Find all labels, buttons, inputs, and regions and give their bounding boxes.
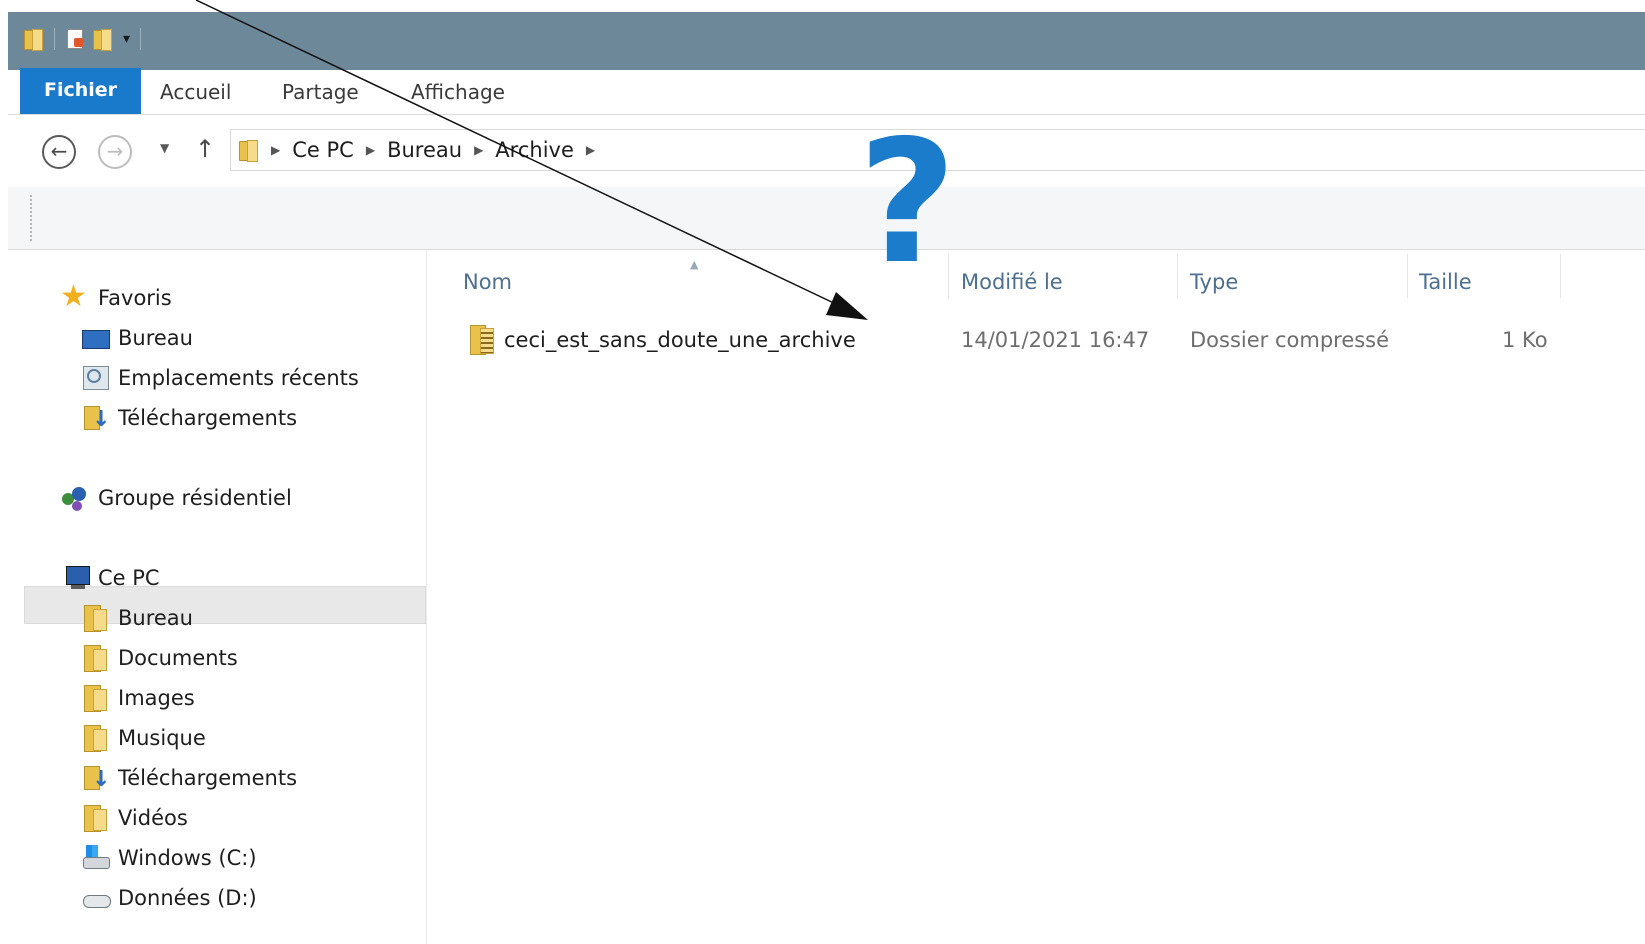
nav-favorites-label: Favoris [98,286,172,310]
nav-pictures[interactable]: Images [80,680,195,716]
folder-icon [237,139,259,162]
desktop-folder-icon [80,603,110,633]
folder-icon[interactable] [22,28,44,51]
customize-toolbar-dropdown-icon[interactable]: ▾ [123,31,130,47]
tab-view[interactable]: Affichage [393,70,523,114]
nav-item-label: Bureau [118,326,193,350]
nav-item-label: Documents [118,646,238,670]
nav-this-pc-label: Ce PC [98,566,160,590]
quick-access-toolbar: ▾ [22,28,145,51]
breadcrumb-desktop[interactable]: Bureau [387,138,462,162]
videos-folder-icon [80,803,110,833]
nav-item-label: Images [118,686,195,710]
column-header-size[interactable]: Taille [1419,270,1472,294]
nav-recent-places[interactable]: Emplacements récents [80,360,359,396]
file-name: ceci_est_sans_doute_une_archive [504,328,856,352]
breadcrumb-separator-icon[interactable]: ▶ [366,143,375,157]
up-arrow-icon[interactable]: ↑ [195,135,215,163]
question-mark-annotation: ? [858,104,957,302]
nav-pc-downloads[interactable]: Téléchargements [80,760,297,796]
downloads-icon [80,763,110,793]
nav-favorites-downloads[interactable]: Téléchargements [80,400,297,436]
nav-favorites[interactable]: Favoris [60,279,172,316]
nav-homegroup-label: Groupe résidentiel [98,486,292,510]
nav-music[interactable]: Musique [80,720,206,756]
table-row[interactable]: ceci_est_sans_doute_une_archive 14/01/20… [464,320,1645,360]
breadcrumb-separator-icon[interactable]: ▶ [271,143,280,157]
title-bar: ▾ [8,12,1645,70]
nav-item-label: Téléchargements [118,766,298,790]
nav-item-label: Musique [118,726,206,750]
homegroup-icon [60,483,90,513]
sort-ascending-icon: ▲ [690,258,699,271]
downloads-icon [80,403,110,433]
column-header-modified[interactable]: Modifié le [961,270,1063,294]
nav-documents[interactable]: Documents [80,640,238,676]
breadcrumb-separator-icon[interactable]: ▶ [586,143,595,157]
documents-folder-icon [80,643,110,673]
tab-share[interactable]: Partage [264,70,377,114]
nav-item-label: Téléchargements [118,406,298,430]
toolbar-divider [140,28,142,50]
pictures-folder-icon [80,683,110,713]
nav-pc-desktop[interactable]: Bureau [80,600,193,636]
column-divider[interactable] [1407,254,1408,298]
nav-item-label: Données (D:) [118,886,257,910]
address-bar: ← → ▼ ↑ ▶ Ce PC ▶ Bureau ▶ Archive ▶ [8,115,1645,187]
nav-homegroup[interactable]: Groupe résidentiel [60,480,292,516]
recent-locations-dropdown-icon[interactable]: ▼ [160,141,169,155]
music-folder-icon [80,723,110,753]
desktop-icon [80,323,110,353]
nav-item-label: Vidéos [118,806,188,830]
breadcrumb-separator-icon[interactable]: ▶ [474,143,483,157]
tab-home[interactable]: Accueil [142,70,249,114]
file-modified: 14/01/2021 16:47 [961,328,1150,352]
column-divider[interactable] [1177,254,1178,298]
drive-icon [80,883,111,913]
breadcrumb-this-pc[interactable]: Ce PC [292,138,354,162]
properties-icon[interactable] [65,28,85,50]
toolbar-divider [54,28,55,50]
nav-item-label: Emplacements récents [118,366,359,390]
nav-item-label: Bureau [118,606,193,630]
breadcrumb-archive[interactable]: Archive [495,138,574,162]
column-divider[interactable] [1560,254,1561,298]
column-header-name[interactable]: Nom [463,270,512,294]
star-icon [60,279,90,314]
forward-button[interactable]: → [98,135,132,169]
navigation-pane[interactable]: Favoris Bureau Emplacements récents Télé… [8,250,427,944]
nav-item-label: Windows (C:) [118,846,257,870]
column-header-type[interactable]: Type [1190,270,1238,294]
nav-this-pc[interactable]: Ce PC [60,560,160,596]
explorer-window: ▾ Fichier Accueil Partage Affichage ← → … [8,12,1645,944]
computer-icon [60,563,90,593]
new-folder-icon[interactable] [91,28,113,51]
recent-places-icon [80,363,110,393]
content-area: Favoris Bureau Emplacements récents Télé… [8,250,1645,944]
nav-drive-c[interactable]: Windows (C:) [80,840,257,876]
nav-drive-d[interactable]: Données (D:) [80,880,257,916]
tab-file[interactable]: Fichier [20,68,142,114]
file-list[interactable]: ▲ Nom Modifié le Type Taille ceci_est_sa… [426,250,1645,944]
ribbon-tabs: Fichier Accueil Partage Affichage [8,68,1645,115]
nav-favorites-desktop[interactable]: Bureau [80,320,193,356]
file-type: Dossier compressé [1190,328,1390,352]
nav-videos[interactable]: Vidéos [80,800,188,836]
file-size: 1 Ko [1502,328,1548,352]
zip-folder-icon [468,324,498,356]
back-button[interactable]: ← [42,135,76,169]
windows-drive-icon [80,843,110,873]
toolbar-grip[interactable] [30,195,34,241]
toolbar-strip [8,187,1645,250]
